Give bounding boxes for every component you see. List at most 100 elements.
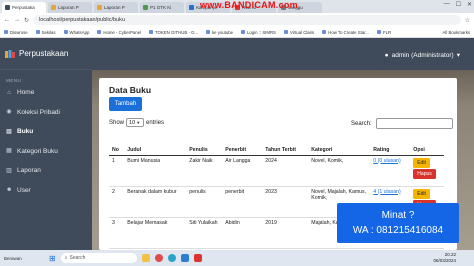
bookmark-item[interactable]: TOKEN GITHUB - G...	[149, 30, 198, 35]
column-header[interactable]: Judul	[124, 133, 187, 156]
chrome-icon[interactable]	[154, 254, 163, 262]
sidebar-item-label: Laporan	[17, 167, 41, 175]
column-header[interactable]: No	[109, 133, 125, 156]
address-bar-row: ← → ↻ localhost/perpustakaan/public/buku…	[0, 13, 474, 27]
bookmark-item[interactable]: WhatsApp	[63, 29, 90, 35]
cell-no: 3	[109, 217, 125, 249]
bookmark-label: TOKEN GITHUB - G...	[155, 29, 198, 35]
bookmark-star-icon[interactable]: ☆	[465, 17, 470, 24]
bookmark-favicon-icon	[4, 30, 8, 34]
sidebar: Perpustakaan MENU ⌂ Home ◉ Koleksi Pribadi ▤…	[0, 38, 92, 250]
sidebar-item-buku[interactable]: ▤ Buku	[0, 122, 92, 142]
bookmark-favicon-icon	[97, 30, 102, 34]
cell-no: 2	[109, 186, 125, 218]
chevron-down-icon: ▾	[456, 52, 460, 59]
library-logo-icon	[5, 49, 15, 58]
browser-tab[interactable]: P1 GTK Ki	[140, 2, 184, 13]
bookmark-item[interactable]: How To Create Star...	[322, 30, 369, 35]
column-header[interactable]: Penerbit	[222, 133, 263, 156]
cell-title: Belajar Memasak	[124, 217, 187, 249]
sidebar-item-koleksi-pribadi[interactable]: ◉ Koleksi Pribadi	[0, 103, 92, 123]
recorder-icon[interactable]	[193, 254, 202, 262]
column-header[interactable]: Kategori	[308, 133, 371, 156]
brand-name: Perpustakaan	[19, 49, 69, 58]
sidebar-item-home[interactable]: ⌂ Home	[0, 83, 92, 103]
add-book-button[interactable]: Tambah	[109, 97, 142, 111]
category-icon: ▦	[6, 148, 12, 155]
sidebar-item-label: Home	[17, 89, 35, 97]
bookmark-favicon-icon	[35, 30, 40, 34]
entries-select[interactable]: 10 ▾	[126, 118, 145, 127]
delete-button[interactable]: Hapus	[413, 168, 436, 179]
entries-label: entries	[146, 119, 165, 126]
edit-button[interactable]: Edit	[413, 157, 430, 168]
windows-start-icon[interactable]: ⊞	[49, 254, 56, 263]
reload-icon[interactable]: ↻	[24, 17, 29, 24]
report-icon: ▥	[6, 167, 12, 174]
bookmark-item[interactable]: FLR	[376, 29, 392, 35]
tab-label: P1 GTK Ki	[150, 5, 172, 10]
cell-publisher: penerbit	[222, 186, 263, 218]
forward-icon[interactable]: →	[14, 17, 20, 23]
close-icon[interactable]: ✕	[467, 1, 472, 8]
table-search: Search:	[351, 118, 453, 129]
maximize-icon[interactable]: ☐	[456, 1, 461, 8]
bookmark-label: How To Create Star...	[328, 29, 369, 35]
bookmark-favicon-icon	[149, 30, 154, 34]
book-icon: ▤	[6, 128, 12, 135]
bookmark-label: Home - CyberPanel	[103, 29, 142, 35]
home-icon: ⌂	[7, 89, 11, 96]
bookmark-item[interactable]: ke youtube	[206, 30, 233, 35]
tab-label: Perpustaka	[12, 5, 35, 10]
column-header[interactable]: Rating	[370, 133, 411, 156]
all-bookmarks-link[interactable]: All Bookmarks	[443, 30, 470, 35]
search-icon: ⌕	[64, 255, 68, 261]
edge-icon[interactable]	[167, 254, 176, 262]
main-content: Data Buku Tambah Show 10 ▾ entries Searc…	[92, 70, 474, 250]
sidebar-item-user[interactable]: ☻ User	[0, 181, 92, 201]
bookmark-item[interactable]: Virtual Claim	[283, 30, 314, 35]
bookmark-item[interactable]: Home - CyberPanel	[97, 30, 141, 35]
edit-button[interactable]: Edit	[413, 188, 430, 199]
bookmark-label: WhatsApp	[69, 29, 90, 35]
entries-value: 10	[129, 119, 136, 126]
weather-widget[interactable]: Berawan	[4, 256, 44, 261]
column-header[interactable]: Opsi	[410, 133, 444, 156]
user-icon: ☻	[6, 187, 13, 194]
user-name: admin (Administrator)	[391, 51, 454, 59]
bookmark-favicon-icon	[206, 30, 210, 34]
bookmark-item[interactable]: Login :: SIMRS	[241, 30, 276, 35]
url-input[interactable]: localhost/perpustakaan/public/buku	[33, 15, 461, 25]
column-header[interactable]: Penulis	[186, 133, 223, 156]
column-header[interactable]: Tahun Terbit	[262, 133, 309, 156]
bookmark-item[interactable]: Diswrose	[4, 30, 28, 35]
bookmark-label: Login :: SIMRS	[247, 29, 276, 35]
bookmark-label: FLR	[382, 29, 392, 35]
promo-banner: Minat ? WA : 081215416084	[337, 203, 459, 243]
sidebar-item-laporan[interactable]: ▥ Laporan	[0, 161, 92, 181]
bookmark-item[interactable]: Sekilas	[35, 29, 56, 35]
menu-heading: MENU	[6, 78, 22, 83]
cell-rating[interactable]: 0 (0 ulasan)	[370, 155, 411, 187]
bookmark-label: ke youtube	[212, 29, 234, 35]
file-explorer-icon[interactable]	[141, 254, 150, 262]
taskbar-search[interactable]: ⌕ Search	[60, 253, 137, 263]
clock-date: 06/03/2024	[433, 258, 456, 263]
search-input[interactable]	[375, 118, 453, 129]
page-title: Data Buku	[109, 85, 152, 95]
minimize-icon[interactable]: —	[444, 1, 450, 8]
sidebar-item-kategori-buku[interactable]: ▦ Kategori Buku	[0, 142, 92, 162]
taskbar-search-placeholder: Search	[69, 255, 86, 261]
back-icon[interactable]: ←	[4, 17, 10, 23]
bookmark-label: Sekilas	[41, 29, 56, 35]
vscode-icon[interactable]	[180, 254, 189, 262]
bookmark-favicon-icon	[376, 30, 381, 34]
browser-tab[interactable]: Laporan P	[48, 2, 92, 13]
bookmark-label: Diswrose	[10, 29, 28, 35]
cell-no: 1	[109, 155, 125, 187]
clock[interactable]: 20.22 06/03/2024	[433, 252, 456, 264]
user-menu[interactable]: ● admin (Administrator) ▾	[385, 51, 460, 60]
browser-tab[interactable]: Perpustaka	[2, 2, 46, 13]
browser-tab[interactable]: Laporan P	[94, 2, 138, 13]
brand[interactable]: Perpustakaan	[0, 38, 92, 70]
